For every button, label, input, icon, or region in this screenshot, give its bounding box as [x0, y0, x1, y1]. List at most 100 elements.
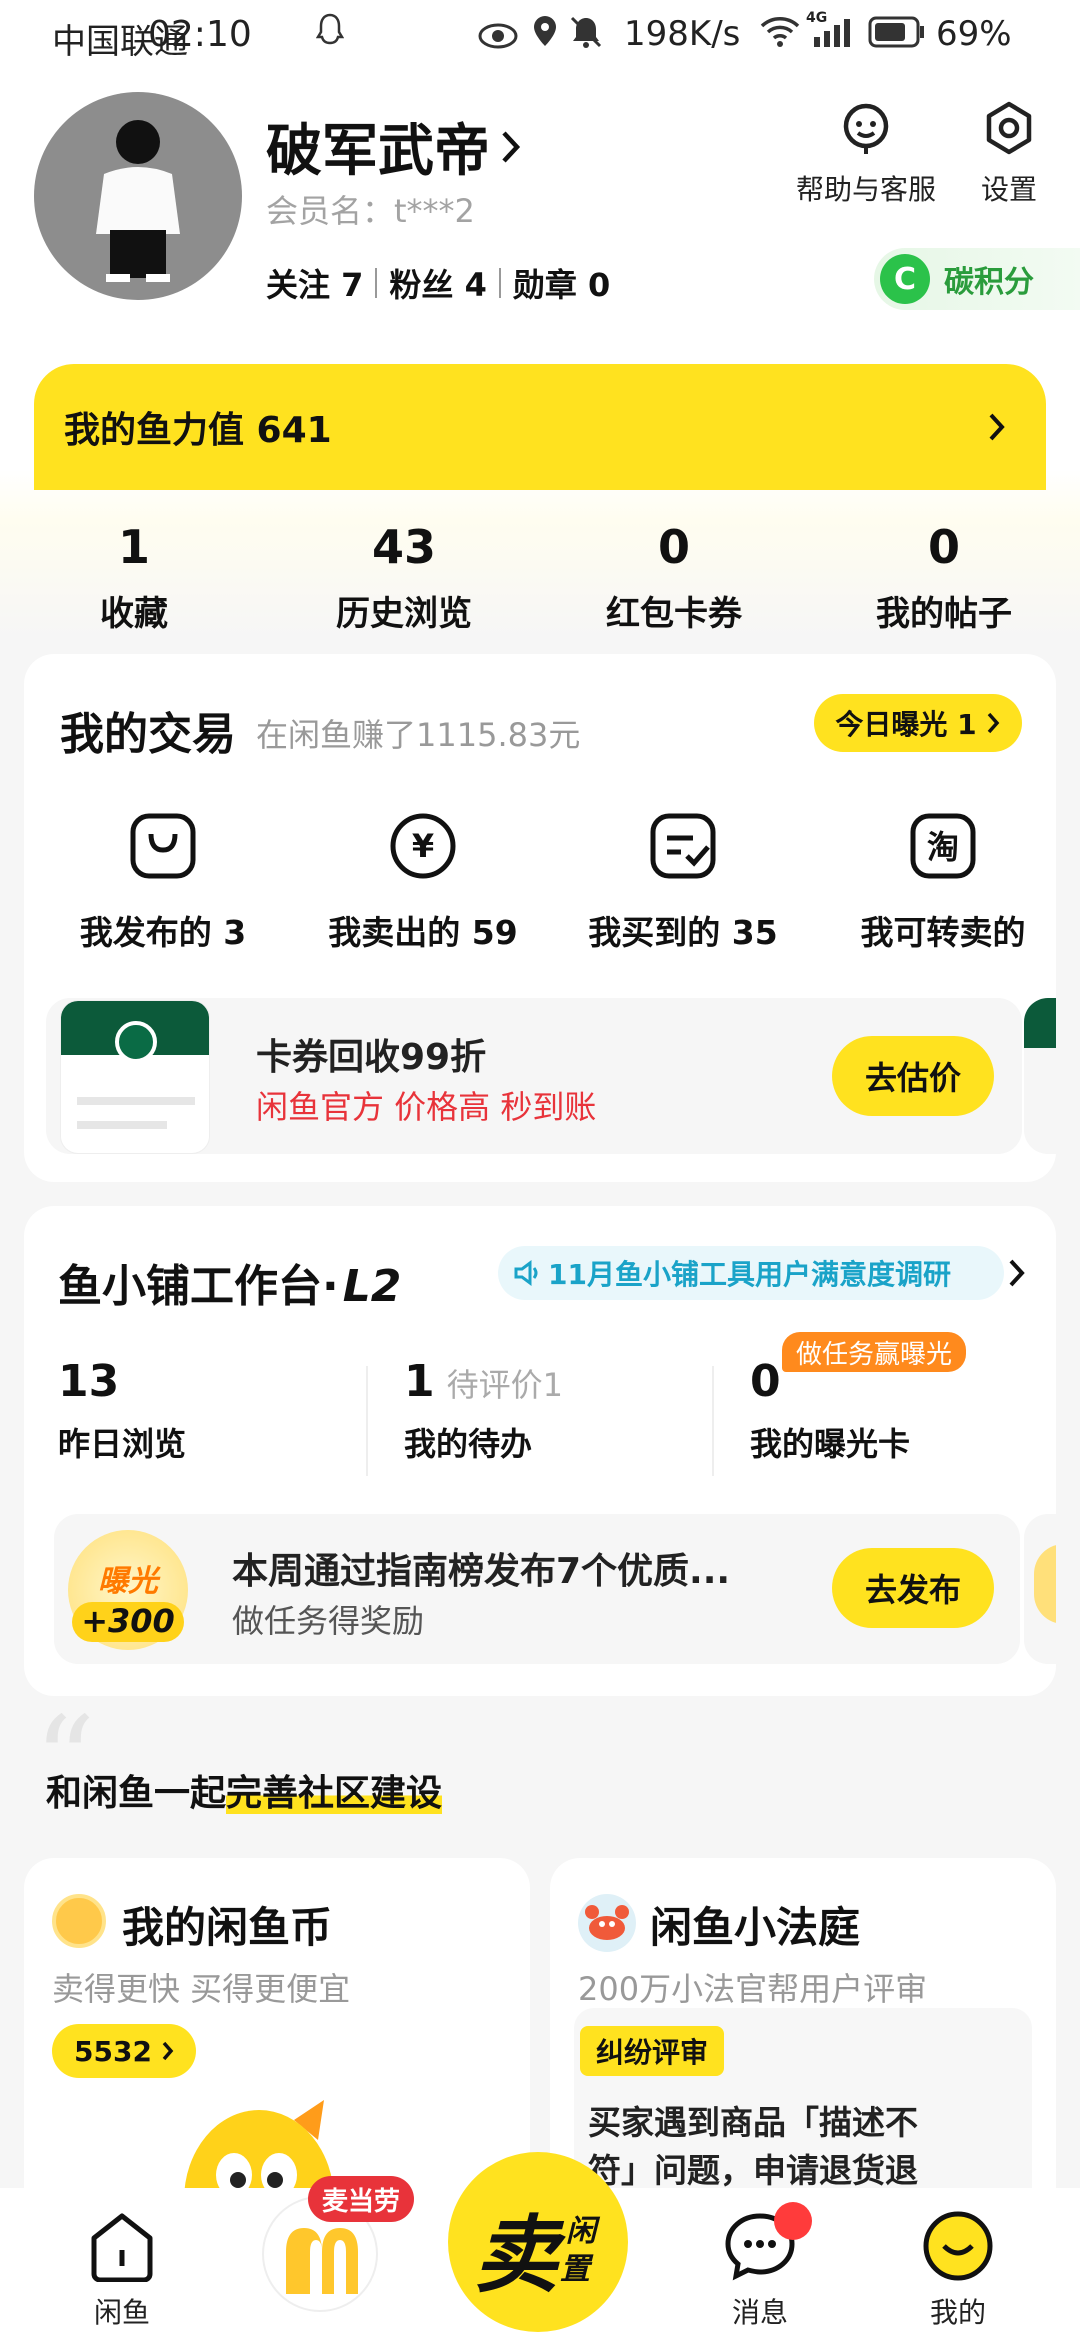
coin-value-button[interactable]: 5532: [52, 2024, 196, 2078]
tab-label: 我的: [929, 2296, 986, 2329]
peek-badge: [1034, 1544, 1056, 1624]
publish-button[interactable]: 去发布: [832, 1548, 994, 1628]
settings-button[interactable]: 设置: [970, 98, 1048, 208]
stat-label: 红包卡券: [606, 594, 742, 634]
task-banner[interactable]: 曝光 +300 本周通过指南榜发布7个优质... 做任务得奖励 去发布: [54, 1514, 1020, 1664]
bag-icon: [130, 813, 196, 879]
promo-title: 卡券回收99折: [256, 1037, 487, 1078]
survey-text: 11月鱼小铺工具用户满意度调研: [548, 1258, 951, 1291]
speaker-icon: [514, 1260, 538, 1286]
carbon-points-button[interactable]: C 碳积分: [874, 248, 1080, 310]
trade-title: 我的交易: [60, 709, 236, 760]
next-task-peek[interactable]: [1024, 1514, 1056, 1664]
fish-power-label: 我的鱼力值 641: [64, 410, 332, 451]
task-subtitle: 做任务得奖励: [232, 1602, 425, 1640]
chevron-right-icon[interactable]: [1008, 1258, 1026, 1288]
shop-workbench-card: 鱼小铺工作台· L2 11月鱼小铺工具用户满意度调研 13 昨日浏览 1 待评价…: [24, 1206, 1056, 1696]
trade-label: 我可转卖的: [860, 913, 1026, 952]
coin-title: 我的闲鱼币: [122, 1903, 333, 1952]
fans-count[interactable]: 粉丝 4: [389, 260, 486, 306]
exposure-label: 今日曝光 1: [835, 708, 977, 741]
member-name: 会员名：t***2: [266, 192, 475, 230]
divider: [712, 1366, 714, 1476]
trade-label: 我卖出的 59: [328, 913, 518, 952]
divider: [375, 268, 378, 298]
chevron-right-icon: [987, 712, 999, 734]
survey-banner[interactable]: 11月鱼小铺工具用户满意度调研: [498, 1246, 1004, 1300]
fish-power-bar[interactable]: 我的鱼力值 641: [34, 364, 1046, 490]
peek-header: [1024, 998, 1056, 1048]
battery-icon: [868, 16, 926, 57]
svg-text:¥: ¥: [412, 827, 434, 865]
estimate-button[interactable]: 去估价: [832, 1036, 994, 1116]
carbon-label: 碳积分: [944, 265, 1034, 300]
stat-history[interactable]: 43 历史浏览: [274, 520, 534, 635]
sell-label: 卖: [474, 2206, 559, 2304]
coin-subtitle: 卖得更快 买得更便宜: [52, 1970, 351, 2008]
trade-label: 我发布的 3: [79, 913, 247, 952]
metric-yesterday-views[interactable]: 13 昨日浏览: [58, 1356, 358, 1465]
today-exposure-button[interactable]: 今日曝光 1: [814, 694, 1022, 752]
stat-posts[interactable]: 0 我的帖子: [814, 520, 1074, 635]
coupon-promo-banner[interactable]: 卡券回收99折 闲鱼官方 价格高 秒到账 去估价: [46, 998, 1022, 1154]
metric-label: 我的曝光卡: [750, 1425, 911, 1463]
metric-exposure-card[interactable]: 0 我的曝光卡: [750, 1356, 1050, 1465]
profile-name-link[interactable]: 破军武帝: [266, 106, 522, 187]
stat-num: 0: [927, 520, 960, 574]
sell-button[interactable]: 卖 闲 置: [448, 2152, 628, 2332]
shop-title-wrap[interactable]: 鱼小铺工作台· L2: [58, 1250, 401, 1314]
exposure-badge-icon: 曝光 +300: [68, 1530, 188, 1650]
next-banner-peek[interactable]: [1024, 998, 1056, 1154]
court-text-line1: 买家遇到商品「描述不: [588, 2103, 918, 2142]
crab-icon: [578, 1894, 636, 1952]
medal-count[interactable]: 勋章 0: [513, 260, 610, 306]
profile-name: 破军武帝: [266, 119, 490, 184]
badge-top: 曝光: [98, 1564, 158, 1599]
sell-small-2: 置: [560, 2252, 590, 2287]
chevron-right-icon: [162, 2041, 174, 2061]
ad-tag: 麦当劳: [308, 2176, 415, 2222]
smile-face-icon: [923, 2211, 993, 2281]
metric-num: 1: [404, 1356, 435, 1407]
trade-resellable[interactable]: 淘 我可转卖的: [818, 810, 1068, 954]
trade-published[interactable]: 我发布的 3: [38, 810, 288, 954]
avatar[interactable]: [34, 92, 242, 300]
chevron-right-icon: [989, 413, 1005, 441]
stat-num: 43: [371, 520, 436, 574]
promo-subtitle: 闲鱼官方 价格高 秒到账: [256, 1088, 597, 1126]
metric-todo[interactable]: 1 待评价1 我的待办: [404, 1356, 704, 1465]
stat-label: 收藏: [100, 594, 168, 634]
thumbnail-line: [77, 1097, 195, 1105]
task-tag: 做任务赢曝光: [782, 1332, 967, 1372]
court-text-line2: 符」问题，申请退货退: [588, 2151, 918, 2190]
trade-sold[interactable]: ¥ 我卖出的 59: [298, 810, 548, 954]
home-icon: [91, 2213, 153, 2283]
promo-thumbnail: [60, 1000, 210, 1154]
stat-favorites[interactable]: 1 收藏: [4, 520, 264, 635]
tab-mine[interactable]: 我的: [898, 2210, 1018, 2331]
net-speed: 198K/s: [624, 14, 741, 54]
thumbnail-line: [77, 1121, 167, 1129]
tab-home[interactable]: 闲鱼: [62, 2210, 182, 2331]
trade-bought[interactable]: 我买到的 35: [558, 810, 808, 954]
court-title: 闲鱼小法庭: [650, 1903, 861, 1952]
location-icon: [532, 14, 558, 57]
stat-num: 1: [117, 520, 150, 574]
court-subtitle: 200万小法官帮用户评审: [578, 1970, 928, 2008]
trade-card: 我的交易 在闲鱼赚了1115.83元 今日曝光 1 我发布的 3 ¥ 我卖出的 …: [24, 654, 1056, 1182]
metric-num: 13: [58, 1356, 120, 1407]
follow-count[interactable]: 关注 7: [266, 260, 363, 306]
divider: [498, 268, 501, 298]
coin-value: 5532: [74, 2034, 152, 2068]
task-title: 本周通过指南榜发布7个优质...: [232, 1551, 731, 1592]
stat-label: 我的帖子: [876, 594, 1012, 634]
settings-label: 设置: [980, 173, 1037, 206]
badge-bottom: +300: [72, 1602, 184, 1642]
stat-coupons[interactable]: 0 红包卡券: [544, 520, 804, 635]
help-button[interactable]: 帮助与客服: [788, 98, 944, 208]
community-prefix: 和闲鱼一起: [46, 1773, 227, 1814]
carbon-icon: C: [880, 254, 930, 304]
court-tag: 纠纷评审: [580, 2026, 725, 2076]
metric-extra: 待评价1: [446, 1366, 563, 1404]
coin-icon: [52, 1894, 106, 1948]
